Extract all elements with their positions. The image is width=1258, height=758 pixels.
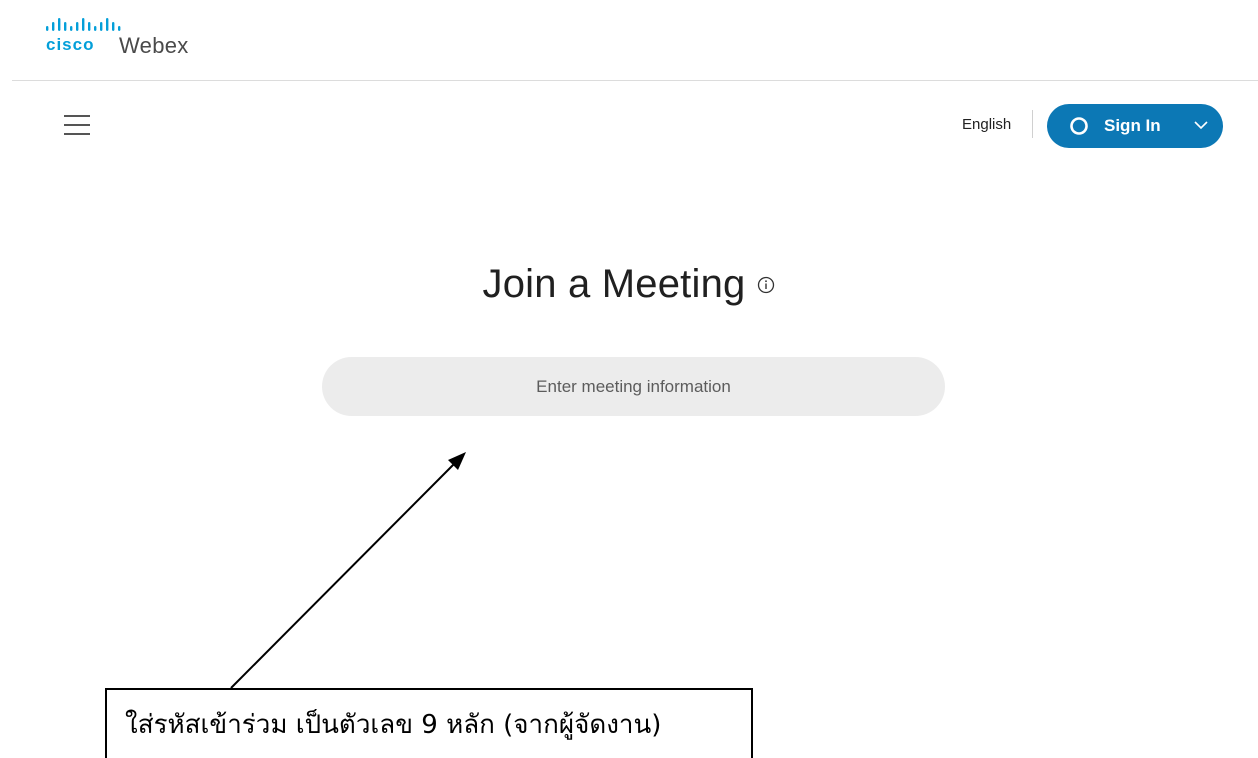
product-name: Webex: [119, 33, 189, 58]
header-divider: [12, 80, 1258, 81]
svg-text:cisco: cisco: [46, 35, 94, 54]
annotation-text: ใส่รหัสเข้าร่วม เป็นตัวเลข 9 หลัก (จากผู…: [125, 710, 662, 740]
sign-in-button[interactable]: Sign In: [1047, 104, 1223, 148]
sign-in-label: Sign In: [1104, 116, 1161, 135]
hamburger-menu-icon[interactable]: [64, 112, 90, 138]
meeting-info-input[interactable]: [322, 357, 945, 416]
page-title: Join a Meeting: [482, 262, 746, 306]
nav-separator: [1032, 110, 1033, 138]
webex-page: cisco Webex English Sign In Join a Meeti…: [0, 0, 1258, 758]
annotation-box: ใส่รหัสเข้าร่วม เป็นตัวเลข 9 หลัก (จากผู…: [105, 688, 753, 758]
info-icon[interactable]: [757, 276, 775, 294]
language-selector[interactable]: English: [962, 116, 1011, 133]
webex-signin-icon: [1070, 117, 1088, 135]
chevron-down-icon: [1194, 121, 1208, 130]
title-row: Join a Meeting: [0, 262, 1258, 307]
cisco-logo: cisco: [46, 18, 121, 54]
